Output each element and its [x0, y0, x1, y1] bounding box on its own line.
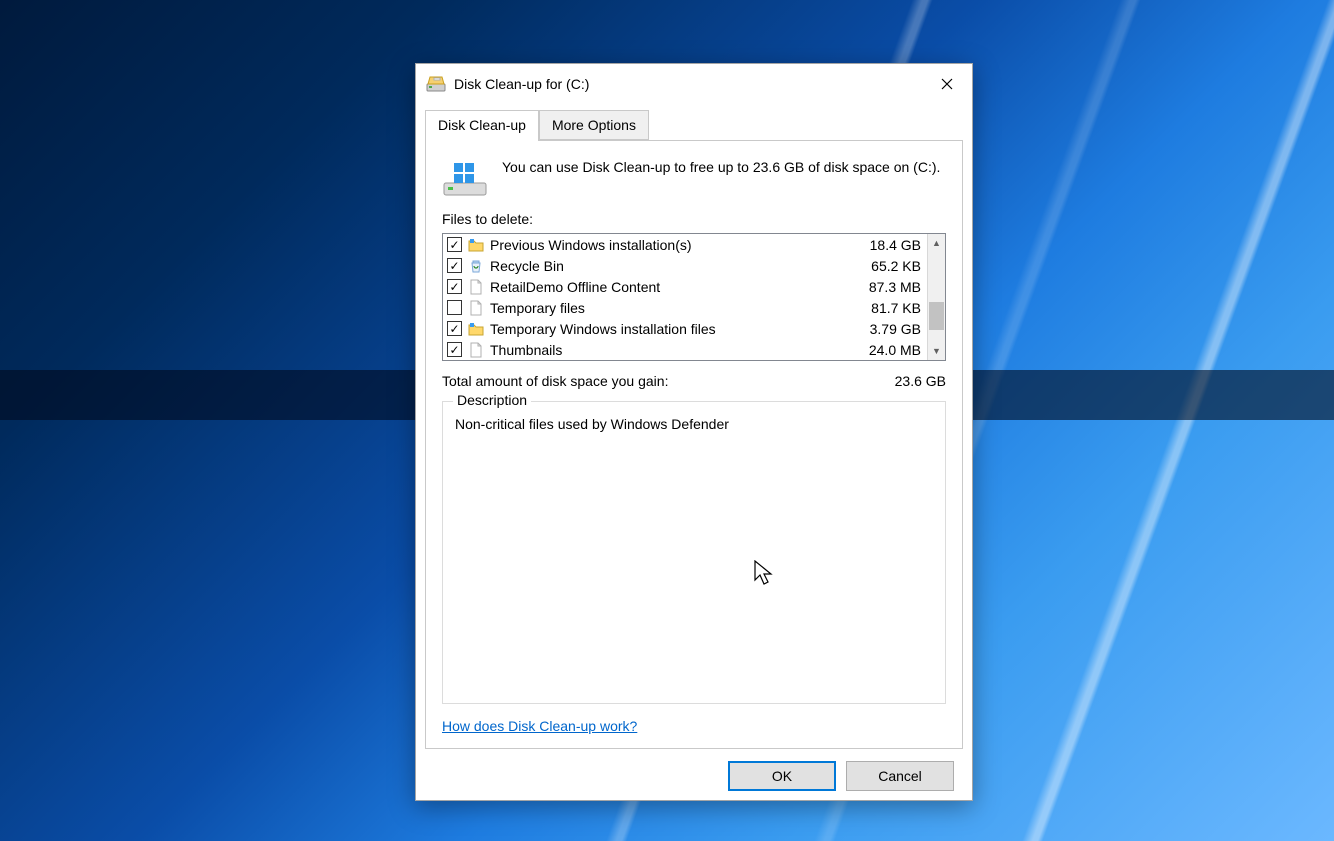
file-checkbox[interactable] [447, 279, 462, 294]
tab-more-options[interactable]: More Options [539, 110, 649, 140]
description-group: Description Non-critical files used by W… [442, 401, 946, 704]
file-size: 24.0 MB [851, 342, 921, 358]
tab-disk-cleanup[interactable]: Disk Clean-up [425, 110, 539, 141]
scroll-thumb[interactable] [929, 302, 944, 330]
file-size: 81.7 KB [851, 300, 921, 316]
scrollbar[interactable]: ▲ ▼ [927, 234, 945, 360]
scroll-down-button[interactable]: ▼ [928, 342, 945, 360]
file-label: Recycle Bin [490, 258, 845, 274]
file-row[interactable]: Thumbnails 24.0 MB [443, 339, 927, 360]
tab-panel: You can use Disk Clean-up to free up to … [425, 140, 963, 749]
file-size: 87.3 MB [851, 279, 921, 295]
folder-icon [468, 321, 484, 337]
ok-button[interactable]: OK [728, 761, 836, 791]
file-checkbox[interactable] [447, 237, 462, 252]
intro-text: You can use Disk Clean-up to free up to … [502, 157, 940, 178]
file-row[interactable]: Previous Windows installation(s) 18.4 GB [443, 234, 927, 255]
file-checkbox[interactable] [447, 321, 462, 336]
button-row: OK Cancel [425, 749, 963, 791]
file-icon [468, 300, 484, 316]
file-size: 18.4 GB [851, 237, 921, 253]
description-legend: Description [453, 392, 531, 408]
scroll-track[interactable] [928, 252, 945, 342]
disk-cleanup-dialog: Disk Clean-up for (C:) Disk Clean-up Mor… [415, 63, 973, 801]
file-checkbox[interactable] [447, 258, 462, 273]
file-row[interactable]: Temporary Windows installation files 3.79… [443, 318, 927, 339]
file-row[interactable]: RetailDemo Offline Content 87.3 MB [443, 276, 927, 297]
file-list-container: Previous Windows installation(s) 18.4 GB R… [442, 233, 946, 361]
folder-icon [468, 237, 484, 253]
file-label: Previous Windows installation(s) [490, 237, 845, 253]
file-checkbox[interactable] [447, 300, 462, 315]
files-to-delete-label: Files to delete: [442, 211, 946, 227]
file-size: 65.2 KB [851, 258, 921, 274]
total-label: Total amount of disk space you gain: [442, 373, 668, 389]
disk-icon [442, 157, 488, 197]
cancel-button[interactable]: Cancel [846, 761, 954, 791]
tab-strip: Disk Clean-up More Options [425, 110, 963, 140]
file-label: RetailDemo Offline Content [490, 279, 845, 295]
file-checkbox[interactable] [447, 342, 462, 357]
drive-icon [426, 75, 446, 93]
dialog-client: Disk Clean-up More Options [416, 104, 972, 800]
file-list[interactable]: Previous Windows installation(s) 18.4 GB R… [443, 234, 927, 360]
file-row[interactable]: Temporary files 81.7 KB [443, 297, 927, 318]
total-value: 23.6 GB [895, 373, 946, 389]
recycle-icon [468, 258, 484, 274]
file-icon [468, 279, 484, 295]
file-row[interactable]: Recycle Bin 65.2 KB [443, 255, 927, 276]
description-text: Non-critical files used by Windows Defen… [455, 416, 933, 432]
file-icon [468, 342, 484, 358]
titlebar[interactable]: Disk Clean-up for (C:) [416, 64, 972, 104]
intro-row: You can use Disk Clean-up to free up to … [442, 157, 946, 197]
help-link[interactable]: How does Disk Clean-up work? [442, 718, 946, 734]
window-title: Disk Clean-up for (C:) [454, 76, 589, 92]
file-label: Thumbnails [490, 342, 845, 358]
total-row: Total amount of disk space you gain: 23.… [442, 373, 946, 389]
file-label: Temporary Windows installation files [490, 321, 845, 337]
close-button[interactable] [922, 64, 972, 104]
scroll-up-button[interactable]: ▲ [928, 234, 945, 252]
file-label: Temporary files [490, 300, 845, 316]
file-size: 3.79 GB [851, 321, 921, 337]
